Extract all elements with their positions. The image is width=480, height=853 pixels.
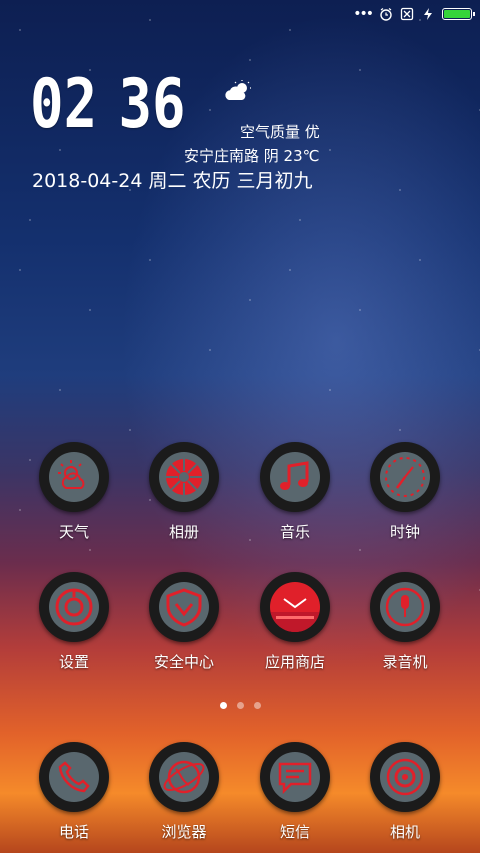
app-music-inner [270, 452, 320, 502]
more-dots-icon: ••• [353, 6, 374, 22]
settings-icon [55, 588, 93, 626]
app-phone[interactable]: 电话 [24, 742, 124, 842]
status-bar: ••• [353, 6, 475, 22]
app-browser-inner [159, 752, 209, 802]
phone-icon [58, 761, 90, 793]
app-store-icon [270, 598, 320, 632]
app-settings-inner [49, 582, 99, 632]
app-phone-label: 电话 [58, 823, 89, 841]
app-recorder[interactable]: 录音机 [355, 572, 455, 672]
security-icon [166, 588, 202, 627]
app-recorder-ring [370, 572, 440, 642]
clock-icon [385, 457, 425, 497]
app-messages-ring [260, 742, 330, 812]
app-security-ring [149, 572, 219, 642]
app-store-ring [260, 572, 330, 642]
app-settings-label: 设置 [58, 653, 89, 671]
weather-icon [58, 460, 85, 489]
alarm-icon [380, 8, 392, 21]
app-messages-inner [270, 752, 320, 802]
camera-icon [386, 758, 424, 796]
app-gallery-ring [149, 442, 219, 512]
app-weather-ring [39, 442, 109, 512]
messages-icon [278, 762, 312, 795]
app-browser-ring [149, 742, 219, 812]
app-security-label: 安全中心 [153, 653, 214, 671]
app-messages[interactable]: 短信 [245, 742, 345, 842]
app-phone-ring [39, 742, 109, 812]
app-music-ring [260, 442, 330, 512]
app-clock-label: 时钟 [389, 523, 420, 541]
app-browser-label: 浏览器 [161, 823, 207, 841]
app-settings[interactable]: 设置 [24, 572, 124, 672]
app-phone-inner [49, 752, 99, 802]
app-gallery[interactable]: 相册 [134, 442, 234, 542]
app-weather[interactable]: 天气 [24, 442, 124, 542]
app-gallery-inner [159, 452, 209, 502]
gallery-icon [166, 459, 202, 495]
page-dot[interactable] [236, 702, 244, 709]
app-clock-ring [370, 442, 440, 512]
music-icon [280, 461, 309, 490]
clock-minutes: 36 [118, 65, 186, 144]
app-music[interactable]: 音乐 [245, 442, 345, 542]
page-dot[interactable] [253, 702, 261, 709]
app-store-inner [270, 582, 320, 632]
date-text: 2018-04-24 周二 农历 三月初九 [32, 170, 313, 192]
app-weather-label: 天气 [58, 523, 89, 541]
app-music-label: 音乐 [279, 523, 310, 541]
page-indicator[interactable] [0, 702, 480, 709]
clock-widget[interactable]: 02 36 [30, 68, 186, 142]
page-dot[interactable] [219, 702, 227, 709]
battery-fill [444, 10, 470, 18]
app-store[interactable]: 应用商店 [245, 572, 345, 672]
app-security-inner [159, 582, 209, 632]
app-weather-inner [49, 452, 99, 502]
browser-icon [163, 760, 205, 794]
cloud-sun-icon[interactable] [222, 80, 254, 104]
app-recorder-inner [380, 582, 430, 632]
app-clock-inner [380, 452, 430, 502]
recorder-icon [385, 587, 425, 627]
app-gallery-label: 相册 [168, 523, 199, 541]
app-recorder-label: 录音机 [382, 653, 428, 671]
air-quality-text: 空气质量 优 [240, 123, 320, 141]
app-camera-label: 相机 [389, 823, 420, 841]
no-sim-icon [400, 7, 414, 21]
app-camera[interactable]: 相机 [355, 742, 455, 842]
app-camera-inner [380, 752, 430, 802]
app-settings-ring [39, 572, 109, 642]
battery-icon [442, 8, 475, 20]
app-security[interactable]: 安全中心 [134, 572, 234, 672]
app-messages-label: 短信 [279, 823, 310, 841]
app-browser[interactable]: 浏览器 [134, 742, 234, 842]
clock-hours: 02 [30, 65, 98, 144]
app-store-label: 应用商店 [264, 653, 325, 671]
app-clock[interactable]: 时钟 [355, 442, 455, 542]
app-camera-ring [370, 742, 440, 812]
charging-icon [424, 8, 432, 20]
location-weather-text: 安宁庄南路 阴 23℃ [184, 147, 320, 165]
